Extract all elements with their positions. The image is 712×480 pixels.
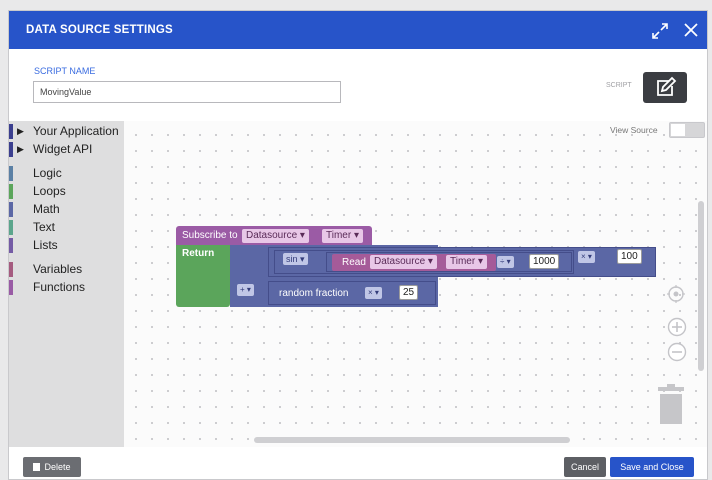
dialog-footer: Delete Cancel Save and Close	[9, 447, 707, 479]
script-name-input[interactable]	[33, 81, 341, 103]
trash-icon	[33, 463, 41, 471]
category-color-bar	[9, 124, 13, 139]
dialog-title: DATA SOURCE SETTINGS	[26, 24, 173, 36]
category-color-bar	[9, 142, 13, 157]
script-edit-button[interactable]	[643, 72, 687, 103]
return-block[interactable]: Return	[176, 245, 230, 307]
subscribe-datasource-dropdown[interactable]: Datasource ▾	[242, 229, 309, 243]
toolbox-category-lists[interactable]: Lists	[9, 237, 124, 254]
subscribe-label: Subscribe to	[182, 230, 238, 241]
value-25-input[interactable]: 25	[399, 285, 419, 300]
return-label: Return	[182, 248, 215, 259]
add-operator-dropdown[interactable]: + ▾	[237, 284, 254, 296]
close-icon[interactable]	[681, 20, 701, 40]
toolbox-category-your-application[interactable]: ▶ Your Application	[9, 123, 124, 140]
toolbox-category-variables[interactable]: Variables	[9, 261, 124, 278]
zoom-in-icon[interactable]	[667, 317, 687, 337]
category-color-bar	[9, 184, 13, 199]
zoom-out-icon[interactable]	[667, 342, 687, 362]
random-fraction-label: random fraction	[279, 288, 349, 299]
script-name-label: SCRIPT NAME	[34, 66, 96, 76]
random-multiply-block[interactable]: random fraction × ▾ 25	[268, 281, 436, 305]
category-color-bar	[9, 166, 13, 181]
toolbox-category-functions[interactable]: Functions	[9, 279, 124, 296]
toggle-knob	[671, 124, 685, 136]
block-toolbox: ▶ Your Application ▶ Widget API Logic Loop…	[9, 121, 124, 447]
block-canvas[interactable]: View Source Subscribe to Datasource ▾ Ti…	[124, 121, 707, 447]
horizontal-scrollbar[interactable]	[254, 437, 570, 443]
toolbox-category-text[interactable]: Text	[9, 219, 124, 236]
multiply-operator-dropdown[interactable]: × ▾	[578, 251, 595, 263]
expand-triangle-icon: ▶	[17, 144, 24, 154]
read-label: Read	[342, 257, 366, 268]
read-timer-dropdown[interactable]: Timer ▾	[446, 255, 487, 269]
expand-triangle-icon: ▶	[17, 126, 24, 136]
toolbox-category-widget-api[interactable]: ▶ Widget API	[9, 141, 124, 158]
toolbox-category-loops[interactable]: Loops	[9, 183, 124, 200]
category-color-bar	[9, 262, 13, 277]
read-datasource-dropdown[interactable]: Datasource ▾	[370, 255, 437, 269]
dialog-title-bar: DATA SOURCE SETTINGS	[9, 11, 707, 49]
cancel-button[interactable]: Cancel	[564, 457, 606, 477]
category-color-bar	[9, 220, 13, 235]
vertical-scrollbar[interactable]	[698, 201, 704, 371]
subscribe-timer-dropdown[interactable]: Timer ▾	[322, 229, 363, 243]
category-color-bar	[9, 280, 13, 295]
category-color-bar	[9, 202, 13, 217]
expand-icon[interactable]	[649, 20, 671, 42]
category-color-bar	[9, 238, 13, 253]
toolbox-category-logic[interactable]: Logic	[9, 165, 124, 182]
delete-button[interactable]: Delete	[23, 457, 81, 477]
divide-operator-dropdown[interactable]: ÷ ▾	[497, 256, 514, 268]
save-and-close-button[interactable]: Save and Close	[610, 457, 694, 477]
edit-icon	[657, 76, 677, 96]
script-label: SCRIPT	[606, 82, 632, 89]
view-source-label: View Source	[610, 125, 658, 135]
toolbox-category-math[interactable]: Math	[9, 201, 124, 218]
trash-icon[interactable]	[656, 383, 686, 425]
random-multiply-operator-dropdown[interactable]: × ▾	[365, 287, 382, 299]
read-datasource-block[interactable]: Read Datasource ▾ Timer ▾	[332, 254, 496, 271]
subscribe-block[interactable]: Subscribe to Datasource ▾ Timer ▾	[176, 226, 372, 246]
blockly-workspace: ▶ Your Application ▶ Widget API Logic Loop…	[9, 121, 707, 447]
value-100-input[interactable]: 100	[617, 249, 642, 264]
recenter-icon[interactable]	[667, 285, 685, 303]
sin-function-dropdown[interactable]: sin ▾	[283, 253, 308, 265]
data-source-settings-dialog: DATA SOURCE SETTINGS SCRIPT NAME SCRIPT …	[8, 10, 708, 480]
view-source-toggle[interactable]	[669, 122, 705, 138]
script-header: SCRIPT NAME SCRIPT	[9, 49, 707, 121]
value-1000-input[interactable]: 1000	[529, 254, 560, 269]
